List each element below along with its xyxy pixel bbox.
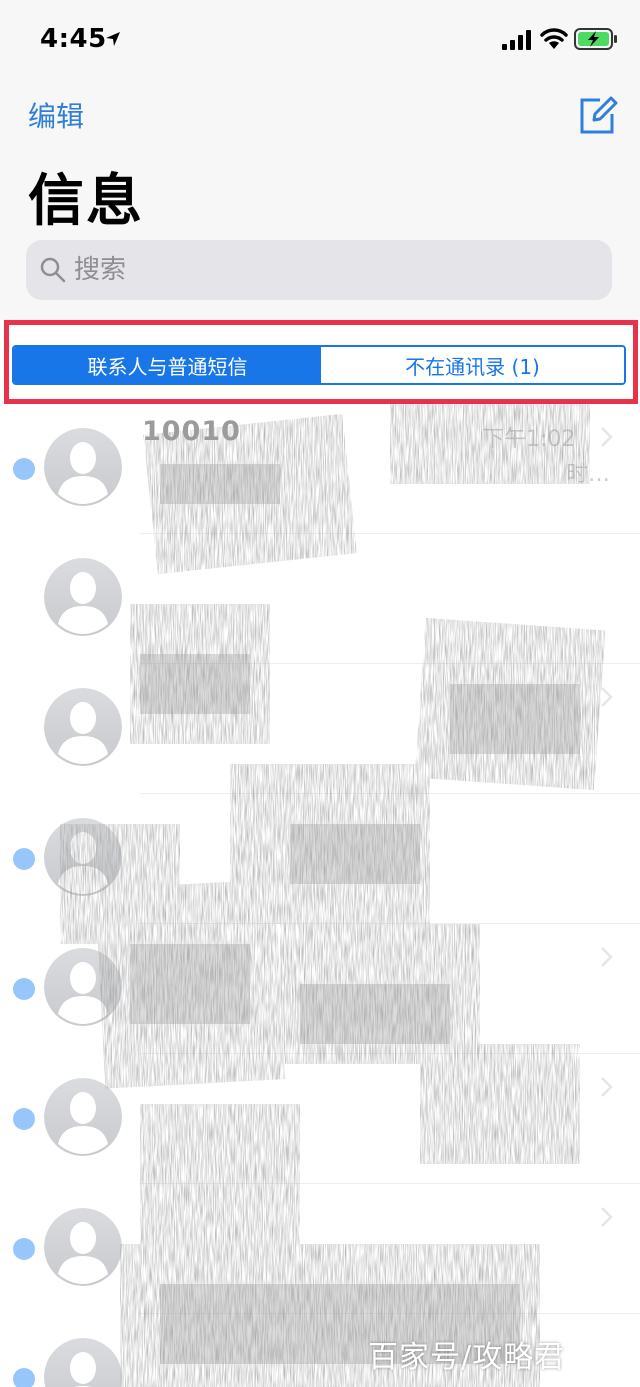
search-bar[interactable] bbox=[26, 240, 612, 300]
compose-icon[interactable] bbox=[578, 94, 618, 134]
contact-avatar-icon bbox=[44, 1208, 122, 1286]
contact-avatar-icon bbox=[44, 688, 122, 766]
unread-dot bbox=[13, 848, 35, 870]
search-input[interactable] bbox=[74, 248, 594, 292]
contact-avatar-icon bbox=[44, 1078, 122, 1156]
tab-contacts-and-sms[interactable]: 联系人与普通短信 bbox=[14, 347, 321, 383]
tab-unknown-senders[interactable]: 不在通讯录 (1) bbox=[321, 347, 624, 383]
chevron-right-icon bbox=[601, 427, 613, 447]
unread-dot bbox=[13, 458, 35, 480]
watermark: 百家号/攻略君 bbox=[368, 1340, 566, 1375]
segmented-control: 联系人与普通短信 不在通讯录 (1) bbox=[12, 345, 626, 385]
conversation-preview: 时… bbox=[566, 462, 611, 487]
search-icon bbox=[40, 257, 66, 283]
unread-dot bbox=[13, 1368, 35, 1387]
edit-button[interactable]: 编辑 bbox=[28, 95, 84, 135]
location-arrow-icon bbox=[106, 32, 120, 46]
signal-icon bbox=[502, 30, 531, 50]
conversation-time: 下午1:02 bbox=[482, 427, 576, 452]
chevron-right-icon bbox=[601, 1077, 613, 1097]
contact-avatar-icon bbox=[44, 428, 122, 506]
unread-dot bbox=[13, 1108, 35, 1130]
contact-avatar-icon bbox=[44, 558, 122, 636]
wifi-icon bbox=[540, 28, 568, 49]
contact-avatar-icon bbox=[44, 818, 122, 896]
chevron-right-icon bbox=[601, 687, 613, 707]
conversation-sender: 10010 bbox=[142, 416, 241, 447]
unread-dot bbox=[13, 1238, 35, 1260]
chevron-right-icon bbox=[601, 947, 613, 967]
contact-avatar-icon bbox=[44, 948, 122, 1026]
battery-charging-icon bbox=[574, 28, 617, 50]
status-time: 4:45 bbox=[40, 24, 107, 54]
page-title: 信息 bbox=[28, 169, 144, 234]
chevron-right-icon bbox=[601, 1207, 613, 1227]
status-bar: 4:45 bbox=[0, 0, 640, 80]
header: 4:45 编辑 信息 bbox=[0, 0, 640, 320]
unread-dot bbox=[13, 978, 35, 1000]
